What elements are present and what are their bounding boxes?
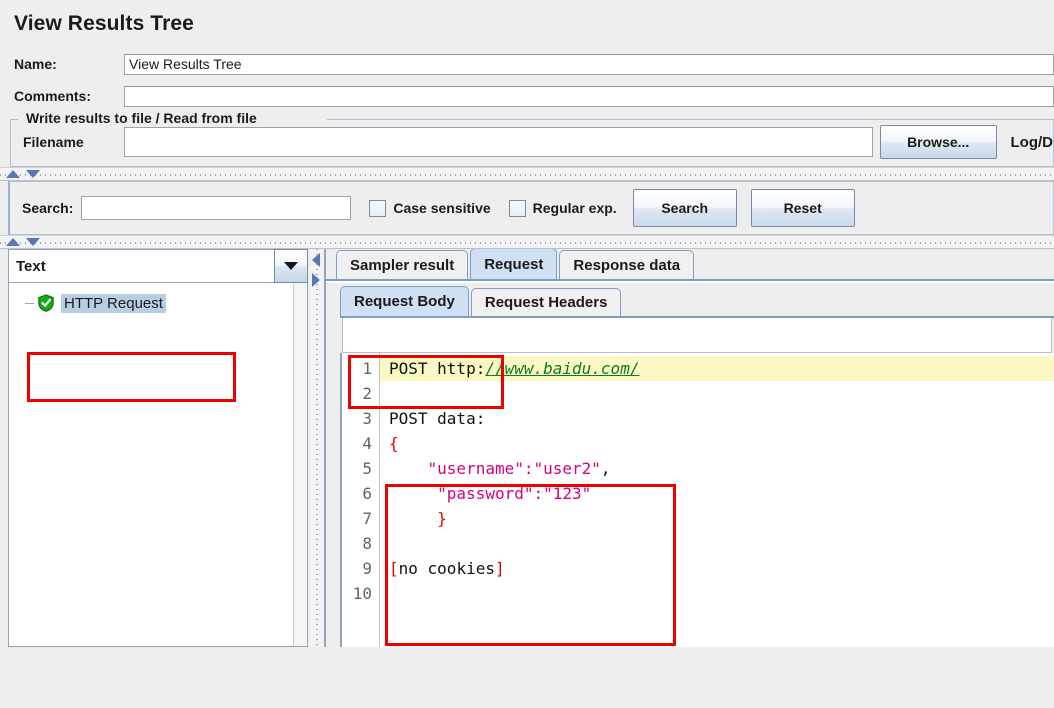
name-input[interactable]: View Results Tree: [124, 53, 1054, 75]
code-token: POST data:: [389, 409, 486, 428]
reset-button[interactable]: Reset: [750, 189, 855, 227]
splitter-horizontal-bottom[interactable]: [0, 235, 1054, 249]
write-results-groupbox-title: Write results to file / Read from file: [23, 110, 261, 126]
collapse-down-icon-2[interactable]: [26, 238, 40, 246]
collapse-right-icon[interactable]: [312, 273, 320, 287]
regular-exp-checkbox[interactable]: [508, 199, 526, 217]
collapse-down-icon[interactable]: [26, 170, 40, 178]
renderer-combo[interactable]: Text: [8, 249, 274, 283]
line-number: 3: [362, 409, 372, 428]
subtab-request-body[interactable]: Request Body: [340, 286, 469, 316]
renderer-combo-row[interactable]: Text: [8, 249, 308, 283]
collapse-up-icon[interactable]: [6, 170, 20, 178]
filename-label: Filename: [23, 134, 84, 150]
editor-search-strip[interactable]: [342, 318, 1052, 353]
code-line: POST http://www.baidu.com/: [380, 356, 1054, 381]
tab-response-data[interactable]: Response data: [559, 250, 695, 279]
tree-item-label: HTTP Request: [61, 293, 166, 313]
line-number: 9: [362, 559, 372, 578]
comments-row: Comments:: [0, 80, 1054, 112]
code-line: {: [380, 431, 1054, 456]
content-area: Text HTTP Request Sampler result Request…: [0, 248, 1054, 647]
line-number: 10: [352, 584, 372, 603]
code-token: "password":"123": [389, 484, 592, 503]
page-title: View Results Tree: [14, 12, 194, 35]
result-tabstrip: Sampler result Request Response data: [326, 248, 1054, 281]
renderer-combo-arrow-button[interactable]: [274, 249, 308, 283]
collapse-left-icon[interactable]: [312, 253, 320, 267]
code-token: //www.baidu.com/: [485, 359, 640, 378]
case-sensitive-checkbox[interactable]: [369, 199, 387, 217]
case-sensitive-checkbox-wrap[interactable]: Case sensitive: [369, 199, 491, 217]
tree-vertical-scrollbar[interactable]: [293, 283, 307, 646]
request-body-editor[interactable]: 1 2 3 4 5 6 7 8 9 10 POST http://www.bai…: [340, 353, 1054, 647]
splitter-horizontal-top[interactable]: [0, 167, 1054, 181]
regular-exp-label: Regular exp.: [532, 200, 617, 216]
code-line: }: [380, 506, 1054, 531]
code-token: ,: [600, 459, 611, 478]
code-line: "password":"123": [380, 481, 1054, 506]
code-token: POST http:: [389, 359, 486, 378]
subtab-request-headers[interactable]: Request Headers: [470, 288, 622, 316]
search-input[interactable]: [81, 196, 352, 220]
request-subtab-area: Request Body Request Headers: [326, 281, 1054, 318]
chevron-down-icon: [284, 262, 298, 270]
comments-label: Comments:: [14, 88, 92, 104]
regular-exp-checkbox-wrap[interactable]: Regular exp.: [508, 199, 617, 217]
search-panel: Search: Case sensitive Regular exp. Sear…: [8, 181, 1054, 235]
title-bar: View Results Tree: [0, 0, 1054, 48]
filename-input[interactable]: [124, 127, 873, 157]
write-results-groupbox: Write results to file / Read from file F…: [10, 110, 1054, 167]
request-subtabstrip: Request Body Request Headers: [340, 286, 1054, 318]
code-token: [: [389, 559, 399, 578]
search-label: Search:: [22, 200, 74, 216]
editor-line-number-gutter: 1 2 3 4 5 6 7 8 9 10: [342, 353, 380, 647]
line-number: 2: [362, 384, 372, 403]
log-display-label[interactable]: Log/D: [1011, 134, 1054, 151]
results-tree-panel: Text HTTP Request: [0, 249, 310, 647]
collapse-up-icon-2[interactable]: [6, 238, 20, 246]
code-token: "username":"user2": [389, 459, 601, 478]
code-token: {: [389, 434, 399, 453]
line-number: 8: [362, 534, 372, 553]
view-results-tree-window: View Results Tree Name: View Results Tre…: [0, 0, 1054, 708]
code-line: POST data:: [380, 406, 1054, 431]
browse-button[interactable]: Browse...: [879, 125, 997, 159]
line-number: 6: [362, 484, 372, 503]
code-line: "username":"user2",: [380, 456, 1054, 481]
form-area: Name: View Results Tree Comments:: [0, 48, 1054, 112]
line-number: 7: [362, 509, 372, 528]
code-token: }: [389, 509, 447, 528]
tree-item-http-request[interactable]: HTTP Request: [9, 291, 307, 315]
search-button[interactable]: Search: [632, 189, 737, 227]
case-sensitive-label: Case sensitive: [393, 200, 491, 216]
tab-request[interactable]: Request: [470, 248, 558, 279]
results-tree[interactable]: HTTP Request: [8, 283, 308, 647]
code-token: no cookies: [398, 559, 495, 578]
code-line: [no cookies]: [380, 556, 1054, 581]
line-number: 1: [362, 359, 372, 378]
line-number: 5: [362, 459, 372, 478]
green-shield-check-icon: [37, 294, 55, 312]
name-label: Name:: [14, 56, 57, 72]
splitter-vertical[interactable]: [310, 249, 324, 647]
code-token: ]: [494, 559, 505, 578]
editor-code-lines[interactable]: POST http://www.baidu.com/ POST data: { "…: [380, 353, 1054, 647]
result-detail-panel: Sampler result Request Response data Req…: [324, 248, 1054, 647]
line-number: 4: [362, 434, 372, 453]
name-row: Name: View Results Tree: [0, 48, 1054, 80]
tab-sampler-result[interactable]: Sampler result: [336, 250, 469, 279]
comments-input[interactable]: [124, 85, 1054, 107]
filename-row: Filename Browse... Log/D: [11, 125, 1054, 159]
tree-expand-handle-icon[interactable]: [21, 303, 37, 304]
